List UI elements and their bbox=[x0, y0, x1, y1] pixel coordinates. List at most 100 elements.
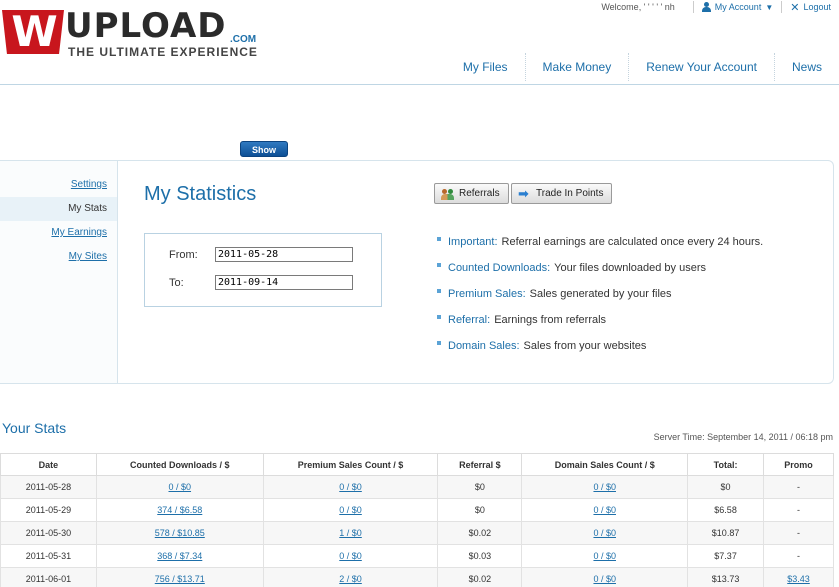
total-cell: $6.58 bbox=[687, 498, 765, 522]
premium-sales-link[interactable]: 0 / $0 bbox=[339, 505, 362, 515]
sidebar-item-settings[interactable]: Settings bbox=[0, 173, 117, 197]
downloads-link[interactable]: 578 / $10.85 bbox=[155, 528, 205, 538]
sidebar-item-my-earnings[interactable]: My Earnings bbox=[0, 221, 117, 245]
info-item: Counted Downloads: Your files downloaded… bbox=[437, 255, 763, 281]
my-account-menu[interactable]: My Account ▼ bbox=[701, 2, 774, 12]
info-list: Important: Referral earnings are calcula… bbox=[437, 229, 763, 359]
promo-cell: - bbox=[763, 475, 834, 499]
to-label: To: bbox=[169, 276, 184, 289]
referrals-button[interactable]: Referrals bbox=[434, 183, 509, 204]
table-row: 2011-05-29 374 / $6.58 0 / $0 $0 0 / $0 … bbox=[0, 498, 834, 522]
referral-cell: $0 bbox=[437, 498, 523, 522]
downloads-link[interactable]: 374 / $6.58 bbox=[157, 505, 202, 515]
premium-sales-link[interactable]: 2 / $0 bbox=[339, 574, 362, 584]
to-date-input[interactable]: 2011-09-14 bbox=[215, 275, 353, 290]
sidebar-item-my-sites[interactable]: My Sites bbox=[0, 245, 117, 269]
bullet-icon bbox=[437, 289, 441, 293]
date-range-form: From: 2011-05-28 To: 2011-09-14 bbox=[144, 233, 382, 307]
info-text: Referral earnings are calculated once ev… bbox=[501, 236, 764, 248]
column-header: Counted Downloads / $ bbox=[95, 453, 264, 476]
info-key: Important: bbox=[448, 236, 498, 248]
table-row: 2011-05-30 578 / $10.85 1 / $0 $0.02 0 /… bbox=[0, 521, 834, 545]
page-title: My Statistics bbox=[144, 183, 257, 205]
divider bbox=[692, 1, 694, 13]
table-row: 2011-05-31 368 / $7.34 0 / $0 $0.03 0 / … bbox=[0, 544, 834, 568]
column-header: Total: bbox=[687, 453, 765, 476]
info-text: Earnings from referrals bbox=[494, 314, 607, 326]
nav-my-files[interactable]: My Files bbox=[446, 53, 525, 81]
referral-cell: $0.02 bbox=[437, 521, 523, 545]
bullet-icon bbox=[437, 315, 441, 319]
stats-title: Your Stats bbox=[2, 420, 67, 436]
premium-sales-link[interactable]: 1 / $0 bbox=[339, 528, 362, 538]
bullet-icon bbox=[437, 237, 441, 241]
site-logo[interactable]: W UPLOAD .COM THE ULTIMATE EXPERIENCE bbox=[2, 6, 262, 59]
info-key: Counted Downloads: bbox=[448, 262, 551, 274]
top-bar: Welcome, ' ' ' ' ' nh My Account ▼ ✕ Log… bbox=[601, 0, 831, 14]
user-icon bbox=[701, 2, 711, 12]
date-cell: 2011-05-31 bbox=[0, 544, 97, 568]
divider bbox=[781, 1, 783, 13]
main-nav: My Files Make Money Renew Your Account N… bbox=[446, 53, 839, 81]
header-divider bbox=[0, 84, 839, 85]
statistics-panel: Settings My Stats My Earnings My Sites M… bbox=[0, 160, 834, 384]
column-header: Promo bbox=[763, 453, 834, 476]
referral-cell: $0 bbox=[437, 475, 523, 499]
from-date-input[interactable]: 2011-05-28 bbox=[215, 247, 353, 262]
info-text: Your files downloaded by users bbox=[554, 262, 706, 274]
referral-cell: $0.02 bbox=[437, 567, 523, 587]
server-time: Server Time: September 14, 2011 / 06:18 … bbox=[653, 432, 833, 442]
total-cell: $0 bbox=[687, 475, 765, 499]
downloads-link[interactable]: 368 / $7.34 bbox=[157, 551, 202, 561]
date-cell: 2011-05-29 bbox=[0, 498, 97, 522]
trade-in-points-label: Trade In Points bbox=[536, 188, 604, 199]
info-key: Domain Sales: bbox=[448, 340, 520, 352]
domain-sales-link[interactable]: 0 / $0 bbox=[593, 574, 616, 584]
premium-sales-link[interactable]: 0 / $0 bbox=[339, 482, 362, 492]
promo-cell: - bbox=[763, 521, 834, 545]
nav-news[interactable]: News bbox=[773, 53, 839, 81]
nav-renew-account[interactable]: Renew Your Account bbox=[628, 53, 774, 81]
logo-mark: W bbox=[2, 10, 64, 54]
nav-make-money[interactable]: Make Money bbox=[524, 53, 629, 81]
arrow-right-icon: ➡ bbox=[518, 185, 529, 201]
total-cell: $7.37 bbox=[687, 544, 765, 568]
sidebar-item-my-stats[interactable]: My Stats bbox=[0, 197, 117, 221]
people-icon bbox=[441, 188, 455, 200]
date-cell: 2011-05-30 bbox=[0, 521, 97, 545]
domain-sales-link[interactable]: 0 / $0 bbox=[593, 505, 616, 515]
trade-in-points-button[interactable]: ➡ Trade In Points bbox=[511, 183, 613, 204]
my-account-label: My Account bbox=[714, 2, 762, 12]
promo-link[interactable]: $3.43 bbox=[787, 574, 810, 584]
bullet-icon bbox=[437, 263, 441, 267]
show-button[interactable]: Show bbox=[240, 141, 288, 157]
close-icon: ✕ bbox=[790, 1, 800, 14]
table-row: 2011-06-01 756 / $13.71 2 / $0 $0.02 0 /… bbox=[0, 567, 834, 587]
logo-tld: .COM bbox=[230, 34, 257, 45]
domain-sales-link[interactable]: 0 / $0 bbox=[593, 551, 616, 561]
downloads-link[interactable]: 756 / $13.71 bbox=[155, 574, 205, 584]
column-header: Date bbox=[0, 453, 97, 476]
info-text: Sales from your websites bbox=[523, 340, 647, 352]
welcome-text: Welcome, ' ' ' ' ' nh bbox=[601, 2, 675, 12]
total-cell: $13.73 bbox=[687, 567, 765, 587]
referral-cell: $0.03 bbox=[437, 544, 523, 568]
logout-link[interactable]: ✕ Logout bbox=[790, 1, 831, 14]
domain-sales-link[interactable]: 0 / $0 bbox=[593, 482, 616, 492]
promo-cell: - bbox=[763, 544, 834, 568]
from-label: From: bbox=[169, 248, 198, 261]
premium-sales-link[interactable]: 0 / $0 bbox=[339, 551, 362, 561]
logo-word: UPLOAD bbox=[65, 6, 227, 46]
chevron-down-icon: ▼ bbox=[765, 2, 774, 12]
info-item: Domain Sales: Sales from your websites bbox=[437, 333, 763, 359]
bullet-icon bbox=[437, 341, 441, 345]
logo-tagline: THE ULTIMATE EXPERIENCE bbox=[68, 45, 258, 59]
column-header: Domain Sales Count / $ bbox=[521, 453, 689, 476]
column-header: Referral $ bbox=[437, 453, 523, 476]
domain-sales-link[interactable]: 0 / $0 bbox=[593, 528, 616, 538]
referrals-label: Referrals bbox=[459, 188, 500, 199]
table-header-row: Date Counted Downloads / $ Premium Sales… bbox=[0, 453, 834, 476]
promo-cell: - bbox=[763, 498, 834, 522]
downloads-link[interactable]: 0 / $0 bbox=[169, 482, 192, 492]
date-cell: 2011-05-28 bbox=[0, 475, 97, 499]
